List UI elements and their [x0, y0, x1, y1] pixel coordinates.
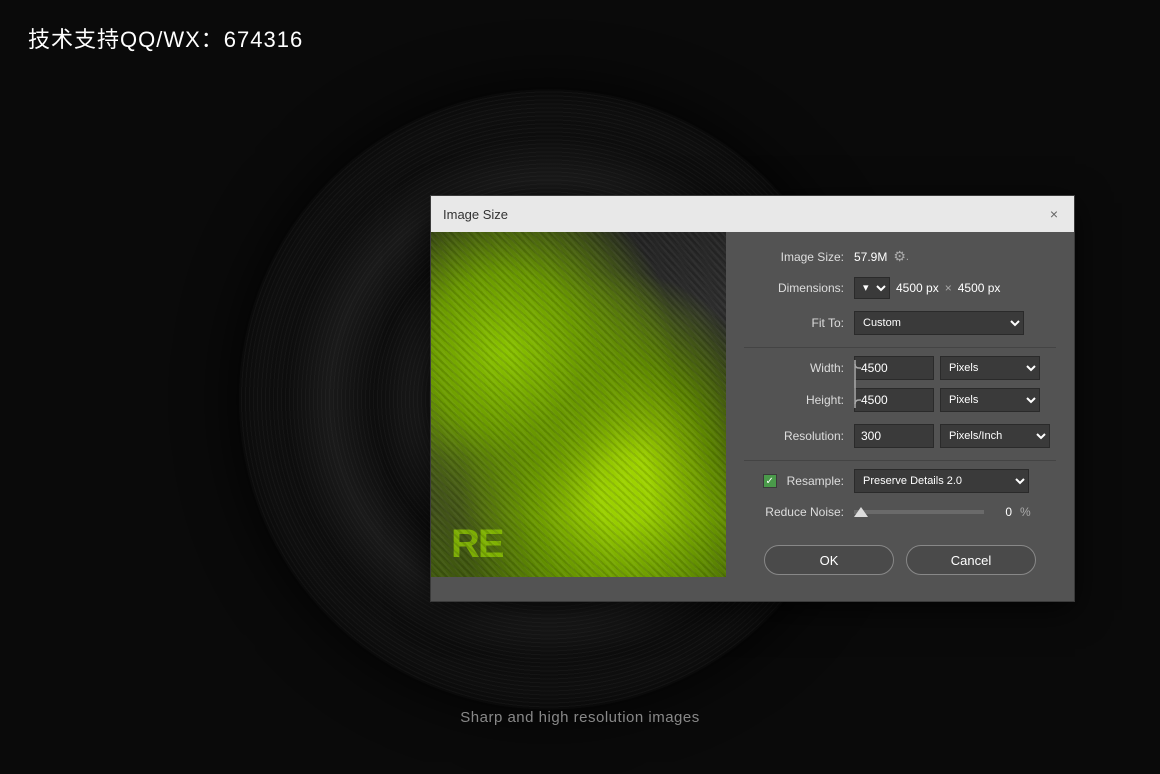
height-input[interactable] — [854, 388, 934, 412]
resolution-label: Resolution: — [744, 429, 844, 443]
divider-2 — [744, 460, 1056, 461]
resample-select[interactable]: Preserve Details 2.0 Automatic Bicubic S… — [854, 469, 1029, 493]
dimensions-x: × — [945, 281, 952, 295]
close-button[interactable]: × — [1046, 206, 1062, 222]
watermark-text: 技术支持QQ/WX：674316 — [28, 22, 303, 54]
slider-thumb-icon[interactable] — [854, 507, 868, 517]
height-label: Height: — [744, 393, 844, 407]
fit-to-row: Fit To: Custom Default Photoshop Size U.… — [744, 311, 1056, 335]
link-bracket-icon — [848, 360, 862, 408]
dialog-preview-image: RE — [431, 232, 726, 577]
fit-to-label: Fit To: — [744, 316, 844, 330]
resolution-row: Resolution: Pixels/Inch Pixels/cm — [744, 424, 1056, 448]
height-unit-select[interactable]: Pixels Percent Inches — [940, 388, 1040, 412]
noise-slider-container: 0 % — [854, 505, 1056, 519]
resample-label: Resample: — [787, 474, 844, 488]
width-row: Width: Pixels Percent Inches — [744, 356, 1056, 380]
height-row: Height: Pixels Percent Inches — [744, 388, 1056, 412]
image-size-label: Image Size: — [744, 250, 844, 264]
noise-label: Reduce Noise: — [744, 505, 844, 519]
dimensions-dropdown[interactable]: ▾ — [854, 277, 890, 299]
gear-dot: . — [906, 251, 909, 263]
dialog-title: Image Size — [443, 207, 508, 222]
settings-panel: Image Size: 57.9M ⚙ . Dimensions: ▾ 4500… — [726, 232, 1074, 601]
reduce-noise-row: Reduce Noise: 0 % — [744, 505, 1056, 519]
resample-checkbox[interactable]: ✓ — [763, 474, 777, 488]
dimensions-label: Dimensions: — [744, 281, 844, 295]
noise-value: 0 — [992, 505, 1012, 519]
width-height-group: Width: Pixels Percent Inches Height: Pix… — [744, 356, 1056, 412]
noise-slider[interactable] — [854, 510, 984, 514]
width-input[interactable] — [854, 356, 934, 380]
dialog-buttons: OK Cancel — [744, 531, 1056, 585]
checkmark-icon: ✓ — [765, 476, 773, 487]
dimensions-w: 4500 px — [896, 281, 939, 295]
fit-to-select[interactable]: Custom Default Photoshop Size U.S. Paper — [854, 311, 1024, 335]
preview-inner: RE — [431, 232, 726, 577]
preview-text: RE — [451, 522, 503, 567]
width-label: Width: — [744, 361, 844, 375]
resolution-input[interactable] — [854, 424, 934, 448]
groove-overlay — [431, 232, 726, 577]
gear-icon[interactable]: ⚙ — [893, 248, 906, 265]
image-size-row: Image Size: 57.9M ⚙ . — [744, 248, 1056, 265]
image-size-dialog: Image Size × RE Image Size: 57.9M ⚙ . — [430, 195, 1075, 602]
resolution-unit-select[interactable]: Pixels/Inch Pixels/cm — [940, 424, 1050, 448]
resample-row: ✓ Resample: Preserve Details 2.0 Automat… — [744, 469, 1056, 493]
bottom-caption: Sharp and high resolution images — [460, 709, 699, 726]
dialog-body: RE Image Size: 57.9M ⚙ . Dimensions: ▾ — [431, 232, 1074, 601]
divider — [744, 347, 1056, 348]
noise-percent: % — [1020, 505, 1031, 519]
width-unit-select[interactable]: Pixels Percent Inches — [940, 356, 1040, 380]
image-size-value: 57.9M — [854, 250, 887, 264]
cancel-button[interactable]: Cancel — [906, 545, 1036, 575]
dimensions-row: Dimensions: ▾ 4500 px × 4500 px — [744, 277, 1056, 299]
ok-button[interactable]: OK — [764, 545, 894, 575]
dimensions-h: 4500 px — [958, 281, 1001, 295]
dialog-titlebar: Image Size × — [431, 196, 1074, 232]
